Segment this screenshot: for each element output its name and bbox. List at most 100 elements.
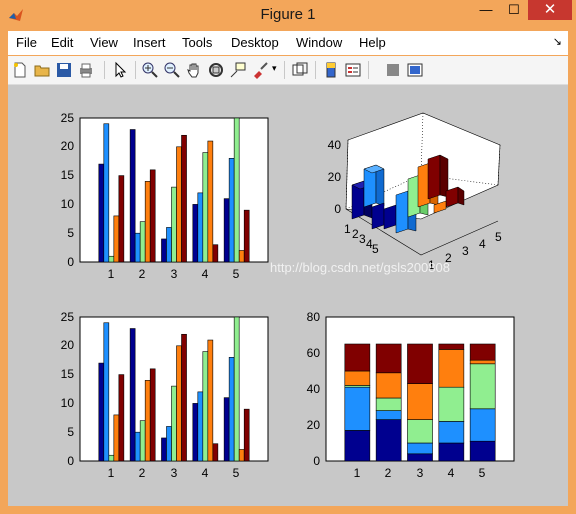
- bar: [118, 175, 125, 263]
- stacked-bar-segment: [438, 343, 465, 350]
- menu-edit[interactable]: Edit: [51, 35, 73, 50]
- axes-3-xtick: 1: [108, 466, 115, 480]
- link-plot-icon[interactable]: [291, 61, 309, 79]
- stacked-bar-segment: [375, 343, 402, 374]
- axes-3-ytick: 20: [61, 338, 75, 352]
- data-cursor-icon[interactable]: [229, 61, 247, 79]
- menu-help[interactable]: Help: [359, 35, 386, 50]
- bar: [223, 198, 230, 263]
- stacked-bar-segment: [438, 349, 465, 388]
- stacked-bar-segment: [407, 383, 433, 420]
- axes-2-xtick: 5: [495, 230, 502, 244]
- show-plot-tools-icon[interactable]: [406, 61, 424, 79]
- legend-icon[interactable]: [344, 61, 362, 79]
- bar: [197, 192, 204, 263]
- axes-1-xtick: 2: [139, 267, 146, 281]
- bar: [228, 357, 235, 462]
- figure-canvas[interactable]: 0 5 10 15 20 25 1 2 3 4 5 40 20 0 1 2 3 …: [8, 85, 568, 506]
- bar: [233, 117, 240, 263]
- axes-1-ytick: 10: [61, 197, 75, 211]
- bar: [166, 227, 172, 263]
- bar: [192, 204, 199, 263]
- colorbar-icon[interactable]: [322, 61, 340, 79]
- menu-view[interactable]: View: [90, 35, 118, 50]
- bar: [161, 437, 167, 462]
- title-bar[interactable]: Figure 1 — ☐ ✕: [0, 0, 576, 30]
- menu-desktop[interactable]: Desktop: [231, 35, 279, 50]
- zoom-out-icon[interactable]: [163, 61, 181, 79]
- bar: [238, 449, 245, 462]
- new-figure-icon[interactable]: [11, 61, 29, 79]
- bar: [238, 250, 245, 263]
- brush-icon[interactable]: [251, 61, 269, 79]
- menu-file[interactable]: File: [16, 35, 37, 50]
- axes-3-ytick: 25: [61, 310, 75, 324]
- axes-2-xtick: 4: [479, 237, 486, 251]
- stacked-bar-segment: [375, 397, 402, 411]
- stacked-bar-segment: [344, 343, 371, 372]
- axes-3-ytick: 5: [67, 425, 74, 439]
- pan-hand-icon[interactable]: [185, 61, 203, 79]
- stacked-bar-segment: [469, 440, 496, 462]
- open-file-icon[interactable]: [33, 61, 51, 79]
- save-icon[interactable]: [55, 61, 73, 79]
- menu-bar: File Edit View Insert Tools Desktop Wind…: [8, 31, 568, 55]
- axes-1-ytick: 5: [67, 226, 74, 240]
- axes-4-marks: [344, 343, 496, 462]
- minimize-button[interactable]: —: [472, 0, 500, 20]
- stacked-bar-segment: [407, 453, 433, 462]
- bar: [181, 333, 187, 462]
- axes-4-xtick: 3: [417, 466, 424, 480]
- axes-4-ytick: 80: [307, 310, 321, 324]
- plots-svg: 0 5 10 15 20 25 1 2 3 4 5 40 20 0 1 2 3 …: [61, 111, 515, 480]
- bar: [233, 316, 240, 462]
- axes-1-ytick: 20: [61, 139, 75, 153]
- axes-1-ytick: 15: [61, 168, 75, 182]
- toolbar-separator: [284, 61, 285, 79]
- figure-toolbar: ▾: [8, 56, 568, 85]
- stacked-bar-segment: [407, 442, 433, 455]
- bar: [144, 181, 151, 263]
- bar: [202, 152, 209, 263]
- stacked-bar-segment: [375, 419, 402, 462]
- close-button[interactable]: ✕: [528, 0, 572, 20]
- dock-arrow-icon[interactable]: ↘: [553, 35, 562, 48]
- stacked-bar-segment: [344, 370, 371, 386]
- bar: [134, 431, 141, 462]
- menu-window[interactable]: Window: [296, 35, 342, 50]
- menu-tools[interactable]: Tools: [182, 35, 212, 50]
- bar: [161, 238, 167, 263]
- stacked-bar-segment: [375, 410, 402, 420]
- print-icon[interactable]: [77, 61, 95, 79]
- stacked-bar-segment: [438, 386, 465, 422]
- stacked-bar-segment: [469, 408, 496, 442]
- axes-1-xtick: 5: [233, 267, 240, 281]
- bar: [243, 209, 250, 263]
- bar: [176, 146, 182, 263]
- bar: [103, 123, 110, 263]
- bar: [223, 397, 230, 462]
- bar: [118, 374, 125, 462]
- zoom-in-icon[interactable]: [141, 61, 159, 79]
- axes-2-ytick: 5: [372, 242, 379, 256]
- rotate-3d-icon[interactable]: [207, 61, 225, 79]
- axes-4-xtick: 1: [354, 466, 361, 480]
- axes-4-ytick: 20: [307, 418, 321, 432]
- menu-insert[interactable]: Insert: [133, 35, 166, 50]
- pointer-icon[interactable]: [111, 61, 129, 79]
- stacked-bar-segment: [407, 343, 433, 384]
- axes-2-ztick: 20: [328, 170, 342, 184]
- bar: [113, 215, 120, 263]
- hide-plot-tools-icon[interactable]: [384, 61, 402, 79]
- bar: [171, 186, 177, 263]
- bar: [134, 232, 141, 263]
- axes-2-ytick: 1: [344, 222, 351, 236]
- axes-3-xtick: 5: [233, 466, 240, 480]
- bar: [228, 158, 235, 263]
- bar: [129, 328, 136, 462]
- toolbar-separator: [368, 61, 369, 79]
- brush-dropdown-icon[interactable]: ▾: [272, 63, 277, 74]
- maximize-button[interactable]: ☐: [500, 0, 528, 20]
- bar: [108, 255, 115, 263]
- bar: [197, 391, 204, 462]
